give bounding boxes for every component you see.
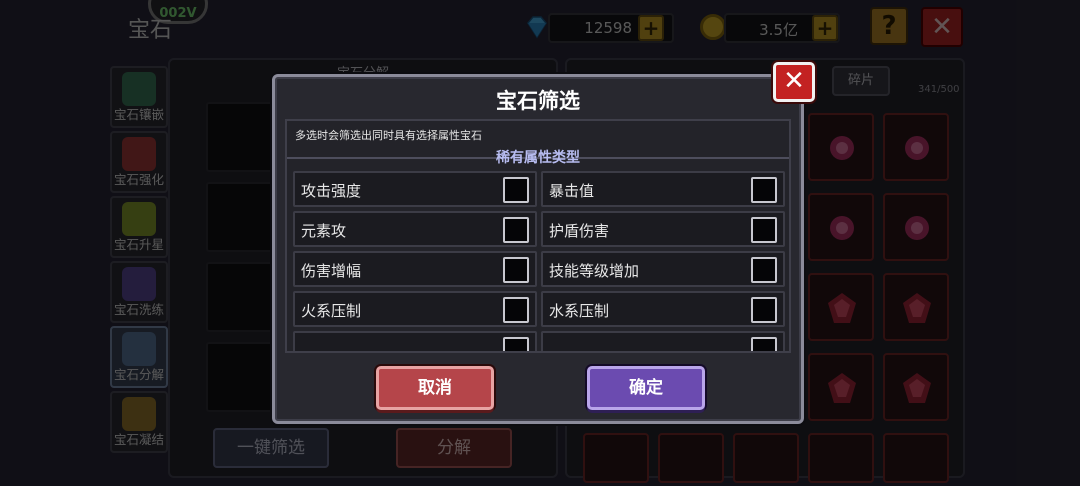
option-shield-damage[interactable]: 护盾伤害	[541, 211, 785, 247]
option-attack-power[interactable]: 攻击强度	[293, 171, 537, 207]
section-title: 稀有属性类型	[496, 150, 580, 166]
dialog-title: 宝石筛选	[496, 89, 580, 113]
confirm-button[interactable]: 确定	[587, 366, 705, 410]
checkbox[interactable]	[503, 257, 529, 283]
option-partial-row[interactable]	[293, 331, 537, 351]
checkbox[interactable]	[503, 177, 529, 203]
option-crit-value[interactable]: 暴击值	[541, 171, 785, 207]
checkbox[interactable]	[503, 297, 529, 323]
checkbox[interactable]	[751, 297, 777, 323]
option-skill-level-up[interactable]: 技能等级增加	[541, 251, 785, 287]
gem-filter-dialog: 宝石筛选 多选时会筛选出同时具有选择属性宝石 稀有属性类型 攻击强度 暴击值 元…	[272, 74, 804, 424]
checkbox[interactable]	[751, 217, 777, 243]
cancel-button[interactable]: 取消	[376, 366, 494, 410]
close-dialog-button[interactable]: ✕	[773, 62, 815, 102]
filter-hint: 多选时会筛选出同时具有选择属性宝石	[295, 129, 482, 142]
option-water-suppression[interactable]: 水系压制	[541, 291, 785, 327]
filter-options-panel: 多选时会筛选出同时具有选择属性宝石 稀有属性类型 攻击强度 暴击值 元素攻 护盾…	[285, 119, 791, 353]
checkbox[interactable]	[751, 337, 777, 351]
option-damage-amplify[interactable]: 伤害增幅	[293, 251, 537, 287]
option-fire-suppression[interactable]: 火系压制	[293, 291, 537, 327]
checkbox[interactable]	[503, 337, 529, 351]
option-elemental-attack[interactable]: 元素攻	[293, 211, 537, 247]
option-list[interactable]: 攻击强度 暴击值 元素攻 护盾伤害 伤害增幅 技能等级增加 火系压制 水系压制	[293, 171, 787, 351]
checkbox[interactable]	[503, 217, 529, 243]
checkbox[interactable]	[751, 257, 777, 283]
checkbox[interactable]	[751, 177, 777, 203]
option-partial-row[interactable]	[541, 331, 785, 351]
